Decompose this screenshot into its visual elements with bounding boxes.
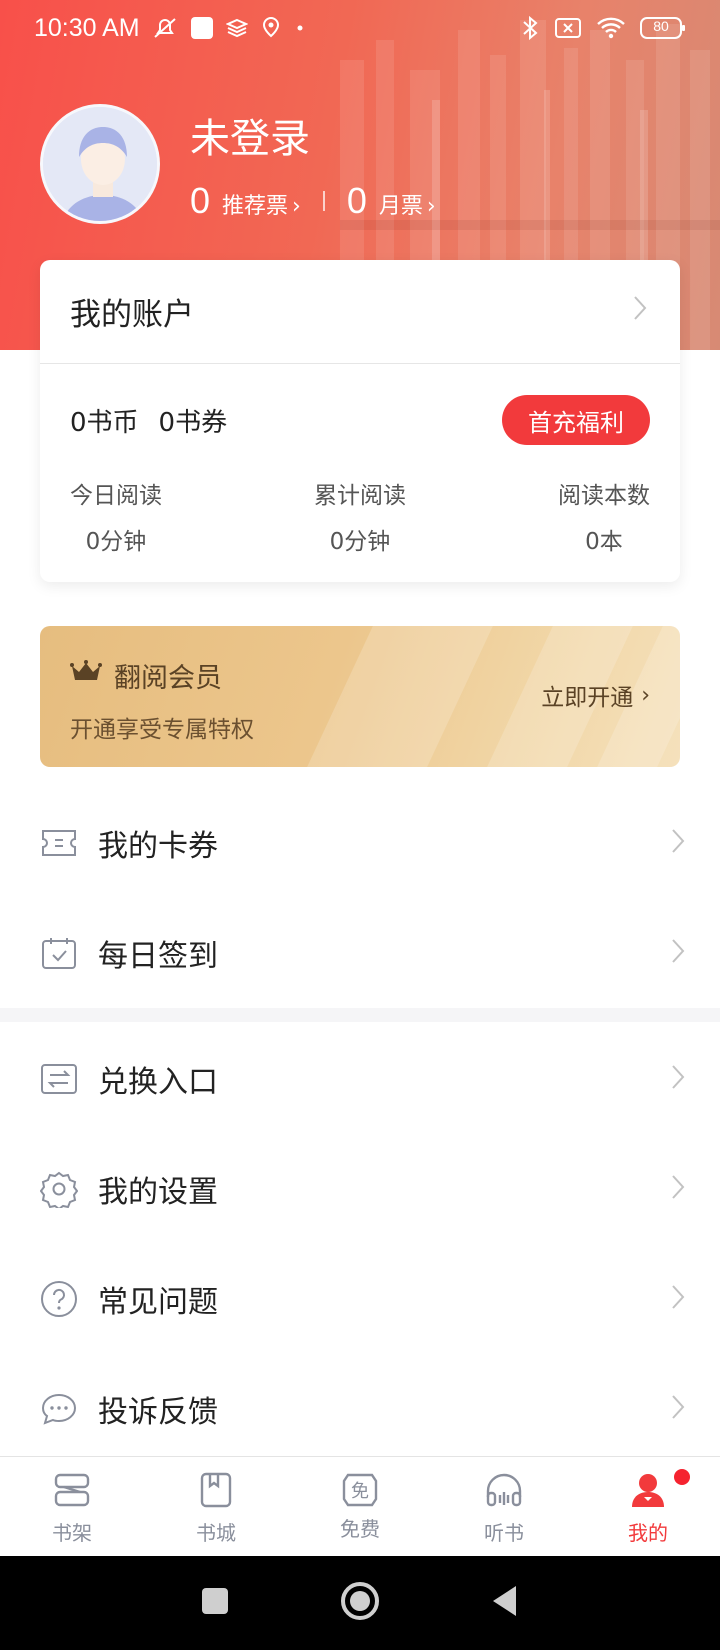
free-icon-glyph: 免: [351, 1481, 369, 1502]
calendar-check-icon: [40, 934, 78, 972]
tab-mine[interactable]: 我的: [576, 1457, 720, 1556]
no-sim-icon: [554, 17, 582, 39]
dot-icon: [294, 22, 306, 34]
menu-label: 常见问题: [98, 1285, 218, 1320]
account-title: 我的账户: [70, 297, 194, 333]
free-icon: 免: [340, 1471, 380, 1509]
status-time: 10:30 AM: [34, 13, 140, 42]
tab-bookstore[interactable]: 书城: [144, 1457, 288, 1556]
menu-item-coupons[interactable]: 我的卡券: [0, 788, 720, 898]
stat-label: 阅读本数: [558, 483, 650, 509]
menu-item-faq[interactable]: 常见问题: [0, 1244, 720, 1354]
vip-title-text: 翻阅会员: [114, 663, 222, 694]
ticket-icon: [40, 824, 78, 862]
monthly-ticket-link[interactable]: 月票: [379, 188, 423, 220]
first-charge-button[interactable]: 首充福利: [502, 395, 650, 445]
chevron-right-icon: [668, 1392, 688, 1426]
reading-stats: 今日阅读 0分钟 累计阅读 0分钟 阅读本数 0本: [40, 476, 680, 556]
chat-bubble-icon: [40, 1390, 78, 1428]
question-icon: [40, 1280, 78, 1318]
back-button[interactable]: [490, 1584, 520, 1622]
wifi-icon: [596, 16, 626, 40]
gear-icon: [40, 1170, 78, 1208]
bluetooth-icon: [520, 15, 540, 41]
layers-icon: [225, 17, 248, 39]
chevron-right-icon: ›: [426, 194, 436, 219]
stat-label: 累计阅读: [314, 483, 406, 509]
tab-label: 书架: [52, 1521, 92, 1545]
status-bar: 10:30 AM 80: [0, 0, 720, 56]
vip-stripe-decoration: [307, 626, 493, 767]
crown-icon: [70, 660, 102, 691]
chevron-right-icon: [668, 826, 688, 860]
battery-icon: 80: [640, 16, 686, 40]
vip-open-label: 立即开通: [541, 685, 634, 711]
vip-subtitle: 开通享受专属特权: [70, 717, 254, 743]
stat-value: 0本: [585, 529, 623, 555]
username[interactable]: 未登录: [190, 106, 310, 164]
location-icon: [260, 16, 282, 40]
bookshelf-icon: [52, 1471, 92, 1513]
bottom-tab-bar: 书架 书城 免 免费 听书 我的: [0, 1456, 720, 1556]
battery-level: 80: [653, 18, 669, 34]
stat-value: 0分钟: [85, 529, 147, 555]
bell-off-icon: [152, 15, 178, 41]
tab-label: 书城: [196, 1521, 236, 1545]
avatar[interactable]: [40, 104, 160, 224]
section-divider: [0, 1008, 720, 1022]
bookstore-icon: [196, 1471, 236, 1513]
menu-label: 我的卡券: [98, 829, 218, 864]
vip-open-button[interactable]: 立即开通 ›: [541, 678, 650, 712]
stat-total-reading: 累计阅读 0分钟: [314, 476, 406, 556]
headphones-icon: [484, 1471, 524, 1513]
ticket-divider: [322, 191, 325, 211]
chevron-right-icon: ›: [641, 682, 650, 708]
menu-item-daily-checkin[interactable]: 每日签到: [0, 898, 720, 1008]
tab-label: 我的: [628, 1521, 668, 1545]
tab-label: 免费: [340, 1517, 380, 1541]
menu-item-feedback[interactable]: 投诉反馈: [0, 1354, 720, 1464]
menu-label: 兑换入口: [98, 1065, 218, 1100]
ticket-stats: 0 推荐票 › 0 月票 ›: [190, 180, 436, 222]
tab-bookshelf[interactable]: 书架: [0, 1457, 144, 1556]
user-icon: [628, 1471, 668, 1513]
default-avatar-icon: [43, 107, 157, 221]
notification-dot: [674, 1469, 690, 1485]
tab-free[interactable]: 免 免费: [288, 1457, 432, 1556]
chevron-right-icon: [668, 936, 688, 970]
app-square-icon: [190, 16, 214, 40]
stat-today-reading: 今日阅读 0分钟: [70, 476, 162, 556]
menu-label: 每日签到: [98, 939, 218, 974]
menu-label: 我的设置: [98, 1175, 218, 1210]
chevron-right-icon: [630, 293, 650, 331]
recommend-ticket-count: 0: [190, 180, 211, 221]
coin-balance: 0书币: [70, 407, 139, 438]
tab-audiobook[interactable]: 听书: [432, 1457, 576, 1556]
menu-item-redeem[interactable]: 兑换入口: [0, 1024, 720, 1134]
menu-label: 投诉反馈: [98, 1395, 218, 1430]
balance-row: 0书币 0书券 首充福利: [40, 364, 680, 476]
recents-button[interactable]: [200, 1586, 230, 1620]
chevron-right-icon: [668, 1282, 688, 1316]
my-account-row[interactable]: 我的账户: [40, 260, 680, 364]
tab-label: 听书: [484, 1521, 524, 1545]
exchange-icon: [40, 1060, 78, 1098]
chevron-right-icon: [668, 1172, 688, 1206]
stat-books-read: 阅读本数 0本: [558, 476, 650, 556]
menu-item-settings[interactable]: 我的设置: [0, 1134, 720, 1244]
chevron-right-icon: [668, 1062, 688, 1096]
stat-value: 0分钟: [329, 529, 391, 555]
stat-label: 今日阅读: [70, 483, 162, 509]
chevron-right-icon: ›: [292, 194, 301, 219]
vip-banner[interactable]: 翻阅会员 开通享受专属特权 立即开通 ›: [40, 626, 680, 767]
vip-title: 翻阅会员: [70, 656, 222, 695]
recommend-ticket-link[interactable]: 推荐票: [222, 188, 288, 220]
home-button[interactable]: [340, 1581, 380, 1625]
monthly-ticket-count: 0: [346, 180, 367, 221]
system-nav-bar: [0, 1556, 720, 1650]
account-card: 我的账户 0书币 0书券 首充福利 今日阅读 0分钟 累计阅读 0分钟 阅读本数…: [40, 260, 680, 582]
voucher-balance: 0书券: [158, 407, 228, 438]
